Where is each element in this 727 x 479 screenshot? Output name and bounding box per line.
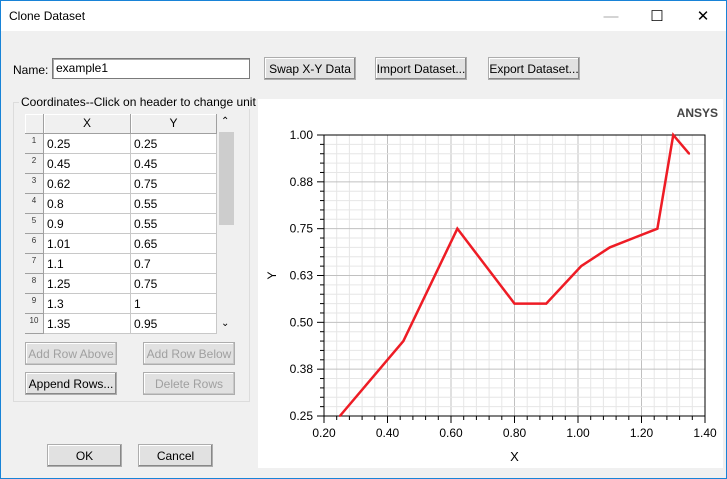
table-scrollbar[interactable]: ⌃ ⌄	[217, 114, 235, 334]
y-cell[interactable]: 0.45	[131, 154, 217, 174]
table-row[interactable]: 3 0.62 0.75	[25, 174, 217, 194]
y-cell[interactable]: 0.75	[131, 274, 217, 294]
maximize-button[interactable]: ☐	[634, 1, 680, 31]
table-row[interactable]: 9 1.3 1	[25, 294, 217, 314]
data-point	[580, 265, 583, 268]
y-tick-label: 1.00	[290, 128, 314, 142]
row-number[interactable]: 8	[25, 274, 44, 294]
y-tick-label: 0.88	[290, 175, 314, 189]
swap-xy-button[interactable]: Swap X-Y Data	[264, 57, 356, 80]
title-bar: Clone Dataset — ☐ ✕	[1, 1, 726, 31]
y-tick-label: 0.50	[290, 315, 314, 329]
table-row[interactable]: 6 1.01 0.65	[25, 234, 217, 254]
y-tick-label: 0.38	[290, 362, 314, 376]
row-number[interactable]: 4	[25, 194, 44, 214]
table-row[interactable]: 4 0.8 0.55	[25, 194, 217, 214]
y-tick-label: 0.63	[290, 269, 314, 283]
x-cell[interactable]: 0.9	[44, 214, 131, 234]
x-tick-label: 0.40	[376, 426, 400, 440]
append-rows-button[interactable]: Append Rows...	[25, 372, 117, 395]
export-dataset-button[interactable]: Export Dataset...	[488, 57, 580, 80]
data-point	[338, 415, 341, 417]
data-point	[672, 134, 675, 136]
table-row[interactable]: 5 0.9 0.55	[25, 214, 217, 234]
data-point	[608, 246, 611, 249]
y-column-header[interactable]: Y	[131, 114, 217, 134]
x-cell[interactable]: 1.3	[44, 294, 131, 314]
row-number[interactable]: 10	[25, 314, 44, 334]
ok-button[interactable]: OK	[47, 444, 122, 467]
x-cell[interactable]: 1.01	[44, 234, 131, 254]
add-row-above-button[interactable]: Add Row Above	[25, 342, 117, 365]
corner-header	[25, 114, 44, 134]
row-number[interactable]: 5	[25, 214, 44, 234]
x-tick-label: 1.00	[566, 426, 590, 440]
data-point	[688, 152, 691, 155]
import-dataset-button[interactable]: Import Dataset...	[375, 57, 467, 80]
add-row-below-button[interactable]: Add Row Below	[143, 342, 235, 365]
delete-rows-button[interactable]: Delete Rows	[143, 372, 235, 395]
data-point	[402, 340, 405, 343]
name-label: Name:	[13, 63, 49, 77]
data-point	[656, 227, 659, 230]
line-chart: 0.20 0.40 0.60 0.80 1.00 1.20 1.40 0.25 0.38 0.50…	[265, 106, 718, 464]
data-point	[545, 302, 548, 305]
x-cell[interactable]: 0.45	[44, 154, 131, 174]
row-number[interactable]: 7	[25, 254, 44, 274]
table-row[interactable]: 1 0.25 0.25	[25, 134, 217, 154]
x-axis-label: X	[510, 449, 519, 464]
y-cell[interactable]: 0.65	[131, 234, 217, 254]
y-cell[interactable]: 0.55	[131, 214, 217, 234]
coordinates-table: X Y 1 0.25 0.25 2 0.45 0.45 3 0.62 0.75 4 0…	[25, 114, 235, 334]
y-cell[interactable]: 0.25	[131, 134, 217, 154]
y-cell[interactable]: 0.55	[131, 194, 217, 214]
data-point	[456, 227, 459, 230]
scroll-down-icon[interactable]: ⌄	[221, 318, 229, 329]
ansys-logo: ANSYS	[677, 106, 718, 120]
y-tick-label: 0.25	[290, 409, 314, 423]
x-tick-label: 0.60	[439, 426, 463, 440]
x-tick-label: 0.20	[312, 426, 336, 440]
y-tick-label: 0.75	[290, 222, 314, 236]
row-number[interactable]: 9	[25, 294, 44, 314]
x-tick-label: 0.80	[503, 426, 527, 440]
cancel-button[interactable]: Cancel	[138, 444, 213, 467]
x-cell[interactable]: 1.35	[44, 314, 131, 334]
close-button[interactable]: ✕	[680, 1, 726, 31]
row-number[interactable]: 3	[25, 174, 44, 194]
x-column-header[interactable]: X	[44, 114, 131, 134]
x-cell[interactable]: 0.8	[44, 194, 131, 214]
y-cell[interactable]: 0.7	[131, 254, 217, 274]
x-tick-label: 1.20	[630, 426, 654, 440]
scroll-up-icon[interactable]: ⌃	[221, 116, 229, 127]
x-cell[interactable]: 0.25	[44, 134, 131, 154]
x-cell[interactable]: 0.62	[44, 174, 131, 194]
y-cell[interactable]: 0.95	[131, 314, 217, 334]
y-axis-label: Y	[265, 271, 279, 279]
table-row[interactable]: 8 1.25 0.75	[25, 274, 217, 294]
name-input[interactable]: example1	[52, 58, 250, 79]
x-cell[interactable]: 1.25	[44, 274, 131, 294]
window-title: Clone Dataset	[9, 9, 86, 23]
table-row[interactable]: 7 1.1 0.7	[25, 254, 217, 274]
chart-panel: 0.20 0.40 0.60 0.80 1.00 1.20 1.40 0.25 0.38 0.50…	[258, 99, 723, 468]
table-row[interactable]: 10 1.35 0.95	[25, 314, 217, 334]
x-cell[interactable]: 1.1	[44, 254, 131, 274]
table-row[interactable]: 2 0.45 0.45	[25, 154, 217, 174]
row-number[interactable]: 1	[25, 134, 44, 154]
clone-dataset-dialog: Clone Dataset — ☐ ✕ Name: example1 Swap …	[0, 0, 727, 479]
x-tick-label: 1.40	[693, 426, 717, 440]
data-point	[513, 302, 516, 305]
scrollbar-thumb[interactable]	[219, 132, 234, 225]
minimize-button[interactable]: —	[588, 1, 634, 31]
row-number[interactable]: 2	[25, 154, 44, 174]
row-number[interactable]: 6	[25, 234, 44, 254]
y-cell[interactable]: 1	[131, 294, 217, 314]
y-cell[interactable]: 0.75	[131, 174, 217, 194]
coordinates-group-label: Coordinates--Click on header to change u…	[19, 95, 258, 109]
